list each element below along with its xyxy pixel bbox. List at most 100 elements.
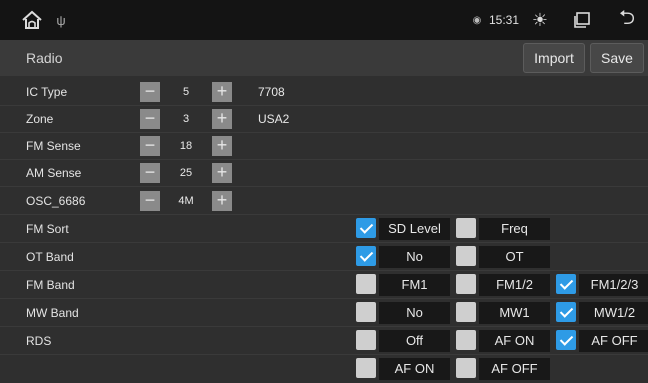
- checkbox[interactable]: [356, 246, 376, 266]
- setting-label: OSC_6686: [26, 194, 86, 208]
- checkbox[interactable]: [556, 274, 576, 294]
- setting-row-partial: AF ON AF OFF: [0, 356, 648, 383]
- decrement-button[interactable]: −: [140, 82, 160, 102]
- setting-row-ic-type: IC Type − 5 + 7708: [0, 79, 648, 106]
- setting-description: USA2: [258, 112, 290, 126]
- setting-label: FM Band: [26, 278, 75, 292]
- option-label[interactable]: AF OFF: [479, 358, 550, 380]
- option-mw1-2[interactable]: MW1/2: [556, 302, 648, 324]
- setting-label: RDS: [26, 334, 52, 348]
- osc-stepper: − 4M +: [140, 191, 234, 211]
- option-label[interactable]: FM1: [379, 274, 450, 296]
- zone-stepper: − 3 +: [140, 109, 234, 129]
- option-label[interactable]: OT: [479, 246, 550, 268]
- increment-button[interactable]: +: [212, 136, 232, 156]
- option-label[interactable]: No: [379, 302, 450, 324]
- option-label[interactable]: AF ON: [479, 330, 550, 352]
- setting-label: Zone: [26, 112, 54, 126]
- usb-icon: ψ: [56, 12, 66, 28]
- save-button[interactable]: Save: [590, 43, 644, 73]
- brightness-icon[interactable]: ☀: [527, 0, 553, 40]
- option-ot[interactable]: OT: [456, 246, 550, 268]
- import-button[interactable]: Import: [523, 43, 585, 73]
- fm-sense-stepper: − 18 +: [140, 136, 234, 156]
- option-off[interactable]: Off: [356, 330, 450, 352]
- increment-button[interactable]: +: [212, 109, 232, 129]
- stepper-value: 3: [182, 113, 190, 125]
- location-icon: ◉: [472, 14, 482, 26]
- option-no[interactable]: No: [356, 246, 450, 268]
- checkbox[interactable]: [456, 302, 476, 322]
- option-label[interactable]: No: [379, 246, 450, 268]
- checkbox[interactable]: [356, 358, 376, 378]
- checkbox[interactable]: [356, 330, 376, 350]
- setting-row-rds: RDS Off AF ON AF OFF: [0, 328, 648, 355]
- decrement-button[interactable]: −: [140, 109, 160, 129]
- checkbox[interactable]: [356, 274, 376, 294]
- setting-label: FM Sense: [26, 139, 81, 153]
- option-fm1-2[interactable]: FM1/2: [456, 274, 550, 296]
- stepper-value: 18: [179, 140, 193, 152]
- stepper-value: 25: [179, 167, 193, 179]
- stepper-value: 5: [182, 86, 190, 98]
- option-label[interactable]: AF OFF: [579, 330, 648, 352]
- back-icon[interactable]: ⮌: [615, 0, 639, 40]
- checkbox[interactable]: [356, 302, 376, 322]
- option-fm1[interactable]: FM1: [356, 274, 450, 296]
- option-label[interactable]: Off: [379, 330, 450, 352]
- increment-button[interactable]: +: [212, 163, 232, 183]
- setting-row-fm-sense: FM Sense − 18 +: [0, 133, 648, 160]
- option-label[interactable]: FM1/2/3: [579, 274, 648, 296]
- setting-row-osc-6686: OSC_6686 − 4M +: [0, 188, 648, 215]
- clock: 15:31: [488, 13, 520, 27]
- checkbox[interactable]: [556, 330, 576, 350]
- option-sd-level[interactable]: SD Level: [356, 218, 450, 240]
- option-label[interactable]: Freq: [479, 218, 550, 240]
- increment-button[interactable]: +: [212, 82, 232, 102]
- setting-row-mw-band: MW Band No MW1 MW1/2: [0, 300, 648, 327]
- setting-row-zone: Zone − 3 + USA2: [0, 106, 648, 133]
- setting-label: AM Sense: [26, 166, 82, 180]
- setting-label: OT Band: [26, 250, 74, 264]
- checkbox[interactable]: [456, 218, 476, 238]
- option-freq[interactable]: Freq: [456, 218, 550, 240]
- option-no[interactable]: No: [356, 302, 450, 324]
- am-sense-stepper: − 25 +: [140, 163, 234, 183]
- option-label[interactable]: AF ON: [379, 358, 450, 380]
- option-label[interactable]: FM1/2: [479, 274, 550, 296]
- stepper-value: 4M: [178, 195, 194, 207]
- setting-row-ot-band: OT Band No OT: [0, 244, 648, 271]
- option-af-off[interactable]: AF OFF: [456, 358, 550, 380]
- status-bar: ψ ◉ 15:31 ☀ ⮌: [0, 0, 648, 40]
- checkbox[interactable]: [456, 330, 476, 350]
- decrement-button[interactable]: −: [140, 136, 160, 156]
- option-label[interactable]: MW1/2: [579, 302, 648, 324]
- option-af-off[interactable]: AF OFF: [556, 330, 648, 352]
- recent-apps-icon[interactable]: [571, 0, 593, 40]
- option-label[interactable]: MW1: [479, 302, 550, 324]
- setting-label: MW Band: [26, 306, 79, 320]
- checkbox[interactable]: [356, 218, 376, 238]
- checkbox[interactable]: [456, 246, 476, 266]
- title-bar: Radio Import Save: [0, 40, 648, 76]
- setting-row-am-sense: AM Sense − 25 +: [0, 160, 648, 187]
- setting-label: FM Sort: [26, 222, 69, 236]
- option-mw1[interactable]: MW1: [456, 302, 550, 324]
- option-fm1-2-3[interactable]: FM1/2/3: [556, 274, 648, 296]
- increment-button[interactable]: +: [212, 191, 232, 211]
- setting-description: 7708: [258, 85, 285, 99]
- setting-row-fm-band: FM Band FM1 FM1/2 FM1/2/3: [0, 272, 648, 299]
- setting-label: IC Type: [26, 85, 68, 99]
- decrement-button[interactable]: −: [140, 191, 160, 211]
- page-title: Radio: [26, 50, 63, 66]
- option-label[interactable]: SD Level: [379, 218, 450, 240]
- home-icon[interactable]: [18, 0, 46, 40]
- checkbox[interactable]: [456, 274, 476, 294]
- decrement-button[interactable]: −: [140, 163, 160, 183]
- checkbox[interactable]: [556, 302, 576, 322]
- setting-row-fm-sort: FM Sort SD Level Freq: [0, 216, 648, 243]
- option-af-on[interactable]: AF ON: [356, 358, 450, 380]
- option-af-on[interactable]: AF ON: [456, 330, 550, 352]
- checkbox[interactable]: [456, 358, 476, 378]
- ic-type-stepper: − 5 +: [140, 82, 234, 102]
